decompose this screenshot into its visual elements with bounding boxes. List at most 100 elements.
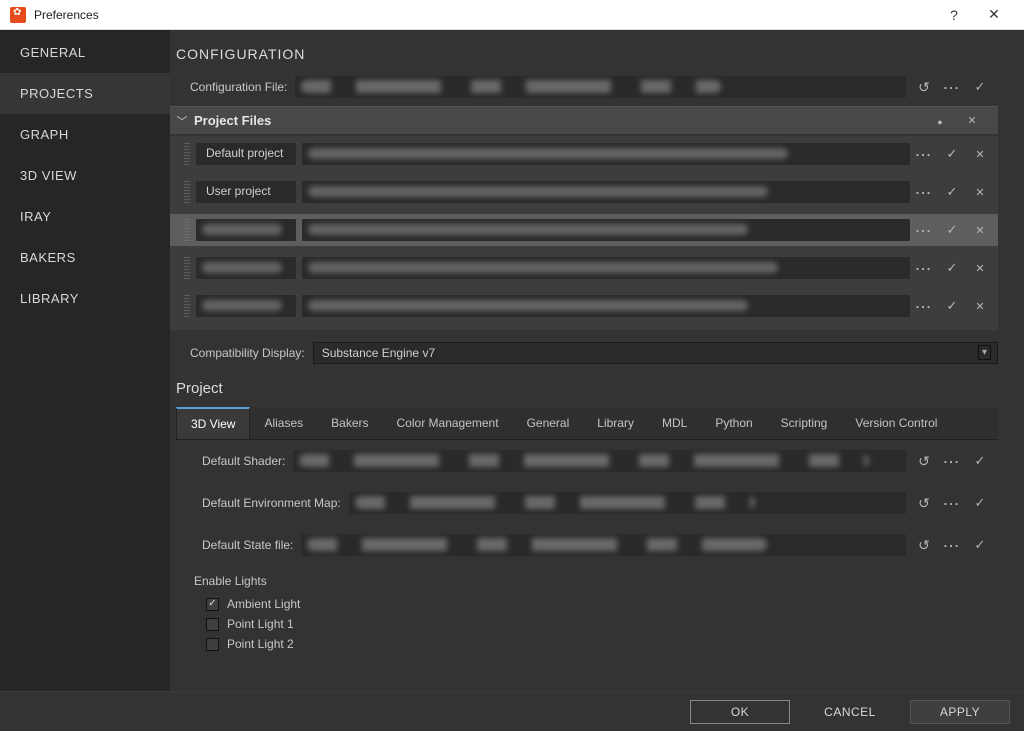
tab-python[interactable]: Python (701, 407, 766, 439)
confirm-icon[interactable] (940, 143, 964, 165)
drag-handle-icon[interactable] (184, 181, 190, 203)
config-file-input[interactable] (295, 76, 906, 98)
remove-icon[interactable] (968, 143, 992, 165)
checkbox-icon (206, 618, 219, 631)
default-state-input[interactable] (301, 534, 906, 556)
project-file-path-input[interactable] (302, 219, 910, 241)
checkbox-point-light-2[interactable]: Point Light 2 (182, 634, 998, 654)
confirm-icon[interactable] (940, 181, 964, 203)
section-configuration-heading: CONFIGURATION (176, 46, 998, 62)
browse-icon[interactable]: ... (912, 216, 936, 238)
confirm-icon[interactable] (968, 450, 992, 472)
checkbox-icon (206, 598, 219, 611)
default-state-label: Default State file: (182, 538, 301, 552)
confirm-icon[interactable] (940, 257, 964, 279)
tab-mdl[interactable]: MDL (648, 407, 701, 439)
tab-library[interactable]: Library (583, 407, 648, 439)
project-file-path-input[interactable] (302, 143, 910, 165)
confirm-icon[interactable] (940, 295, 964, 317)
reset-icon[interactable] (912, 492, 936, 514)
browse-icon[interactable]: ... (940, 531, 964, 553)
confirm-icon[interactable] (940, 219, 964, 241)
tab-bakers[interactable]: Bakers (317, 407, 382, 439)
cancel-button[interactable]: CANCEL (800, 700, 900, 724)
project-file-label[interactable]: User project (196, 181, 296, 203)
enable-lights-heading: Enable Lights (182, 564, 998, 594)
ok-button[interactable]: OK (690, 700, 790, 724)
sidebar-item-iray[interactable]: IRAY (0, 196, 170, 237)
default-shader-input[interactable] (293, 450, 906, 472)
add-project-file-icon[interactable] (928, 110, 952, 132)
checkbox-label: Ambient Light (227, 597, 300, 611)
project-file-row: ... (170, 290, 998, 322)
browse-icon[interactable]: ... (912, 140, 936, 162)
project-file-path-input[interactable] (302, 257, 910, 279)
project-file-label[interactable] (196, 219, 296, 241)
reset-icon[interactable] (912, 76, 936, 98)
default-env-input[interactable] (349, 492, 906, 514)
checkbox-point-light-1[interactable]: Point Light 1 (182, 614, 998, 634)
titlebar: Preferences ? ✕ (0, 0, 1024, 30)
project-file-path-input[interactable] (302, 295, 910, 317)
drag-handle-icon[interactable] (184, 219, 190, 241)
reset-icon[interactable] (912, 450, 936, 472)
browse-icon[interactable]: ... (940, 450, 964, 469)
tab-version-control[interactable]: Version Control (841, 407, 951, 439)
tab-color-management[interactable]: Color Management (383, 407, 513, 439)
confirm-icon[interactable] (968, 76, 992, 98)
project-file-label[interactable]: Default project (196, 143, 296, 165)
project-file-path-input[interactable] (302, 181, 910, 203)
remove-icon[interactable] (968, 181, 992, 203)
project-file-row: User project ... (170, 176, 998, 208)
app-icon (10, 7, 26, 23)
project-file-row: ... (170, 214, 998, 246)
tab-scripting[interactable]: Scripting (767, 407, 842, 439)
remove-icon[interactable] (968, 295, 992, 317)
tab-general[interactable]: General (513, 407, 584, 439)
sidebar: GENERAL PROJECTS GRAPH 3D VIEW IRAY BAKE… (0, 30, 170, 691)
browse-icon[interactable]: ... (912, 292, 936, 314)
compat-label: Compatibility Display: (170, 346, 313, 360)
sidebar-item-library[interactable]: LIBRARY (0, 278, 170, 319)
browse-icon[interactable]: ... (912, 254, 936, 276)
project-heading: Project (176, 380, 998, 397)
project-file-label[interactable] (196, 295, 296, 317)
tab-3dview[interactable]: 3D View (176, 407, 250, 439)
window-close-button[interactable]: ✕ (974, 6, 1014, 23)
project-file-row: Default project ... (170, 138, 998, 170)
sidebar-item-general[interactable]: GENERAL (0, 32, 170, 73)
chevron-down-icon: ﹀ (170, 113, 194, 129)
checkbox-label: Point Light 1 (227, 617, 294, 631)
sidebar-item-graph[interactable]: GRAPH (0, 114, 170, 155)
help-button[interactable]: ? (934, 7, 974, 23)
confirm-icon[interactable] (968, 534, 992, 556)
sidebar-item-bakers[interactable]: BAKERS (0, 237, 170, 278)
remove-icon[interactable] (968, 219, 992, 241)
browse-icon[interactable]: ... (912, 178, 936, 200)
sidebar-item-projects[interactable]: PROJECTS (0, 73, 170, 114)
remove-icon[interactable] (968, 257, 992, 279)
dialog-body: GENERAL PROJECTS GRAPH 3D VIEW IRAY BAKE… (0, 30, 1024, 691)
reset-icon[interactable] (912, 534, 936, 556)
drag-handle-icon[interactable] (184, 143, 190, 165)
compat-value: Substance Engine v7 (322, 346, 435, 360)
close-section-icon[interactable] (960, 110, 984, 132)
project-files-expander[interactable]: ﹀ Project Files (170, 106, 998, 134)
browse-icon[interactable]: ... (940, 489, 964, 511)
sidebar-item-3dview[interactable]: 3D VIEW (0, 155, 170, 196)
window-title: Preferences (34, 8, 99, 22)
project-file-label[interactable] (196, 257, 296, 279)
tab-aliases[interactable]: Aliases (250, 407, 317, 439)
dialog-footer: OK CANCEL APPLY (0, 691, 1024, 731)
default-env-label: Default Environment Map: (182, 496, 349, 510)
drag-handle-icon[interactable] (184, 257, 190, 279)
project-file-row: ... (170, 252, 998, 284)
apply-button[interactable]: APPLY (910, 700, 1010, 724)
checkbox-icon (206, 638, 219, 651)
project-tabbar: 3D View Aliases Bakers Color Management … (176, 407, 998, 440)
compat-select[interactable]: Substance Engine v7 (313, 342, 998, 364)
checkbox-ambient-light[interactable]: Ambient Light (182, 594, 998, 614)
drag-handle-icon[interactable] (184, 295, 190, 317)
browse-icon[interactable]: ... (940, 73, 964, 95)
confirm-icon[interactable] (968, 492, 992, 514)
